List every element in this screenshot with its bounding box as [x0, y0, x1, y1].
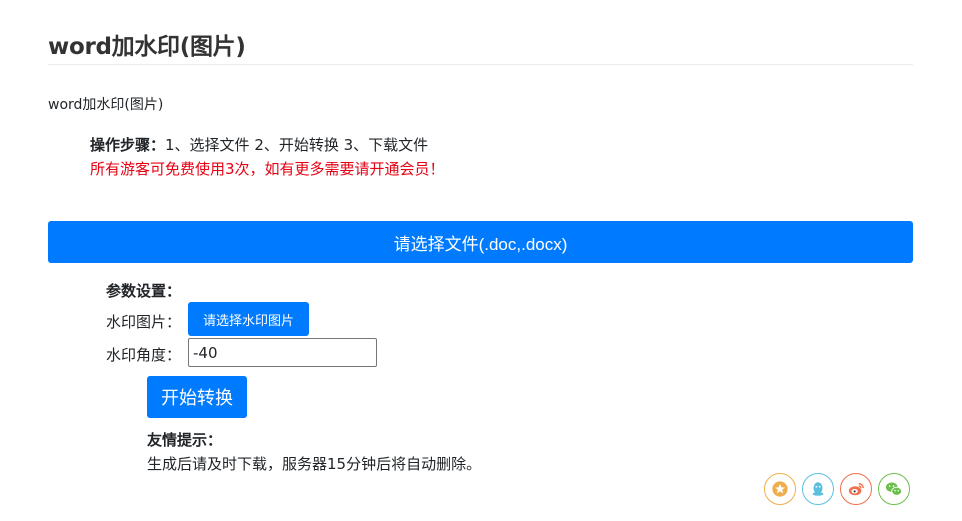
qq-share-button[interactable]	[802, 473, 834, 505]
wechat-share-button[interactable]	[878, 473, 910, 505]
tip-text: 生成后请及时下载，服务器15分钟后将自动删除。	[147, 455, 482, 473]
select-watermark-image-button[interactable]: 请选择水印图片	[188, 302, 309, 336]
steps-label: 操作步骤：	[90, 136, 166, 154]
operation-steps: 操作步骤：1、选择文件 2、开始转换 3、下载文件	[90, 134, 428, 155]
page-subtitle: word加水印(图片)	[48, 97, 164, 113]
favorite-star-icon	[772, 481, 788, 497]
title-divider	[48, 64, 913, 65]
weibo-icon	[848, 482, 864, 496]
watermark-image-label: 水印图片：	[106, 313, 182, 331]
qq-icon	[812, 482, 824, 496]
tip-title: 友情提示：	[147, 431, 223, 449]
start-convert-button[interactable]: 开始转换	[147, 376, 247, 418]
favorite-share-button[interactable]	[764, 473, 796, 505]
steps-text: 1、选择文件 2、开始转换 3、下载文件	[165, 136, 429, 154]
watermark-angle-input[interactable]	[188, 338, 377, 367]
wechat-icon	[885, 482, 903, 496]
select-file-button[interactable]: 请选择文件(.doc,.docx)	[48, 221, 913, 263]
page-title: word加水印(图片)	[48, 34, 246, 60]
weibo-share-button[interactable]	[840, 473, 872, 505]
params-title: 参数设置：	[106, 282, 182, 300]
guest-notice: 所有游客可免费使用3次，如有更多需要请开通会员！	[90, 160, 445, 178]
watermark-angle-label: 水印角度：	[106, 346, 182, 364]
